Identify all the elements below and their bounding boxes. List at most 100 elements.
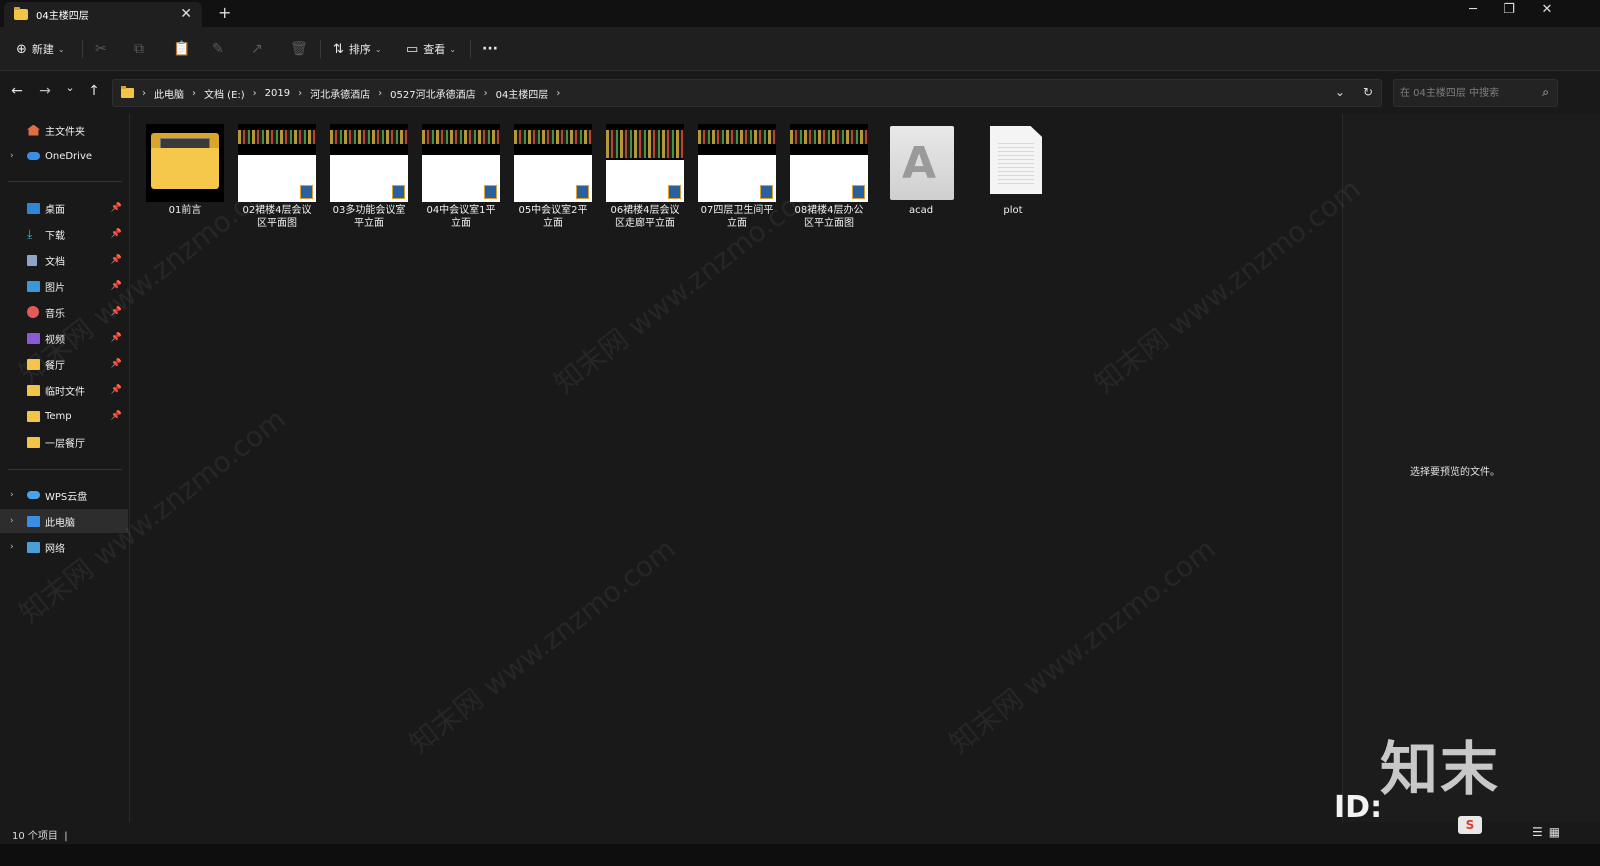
dwg-thumbnail	[330, 124, 408, 202]
tab-04主楼四层[interactable]: 04主楼四层 ✕	[4, 2, 202, 27]
sidebar-item-documents[interactable]: 文档 📌	[0, 248, 128, 272]
expand-icon[interactable]: ›	[10, 516, 14, 526]
pictures-icon	[27, 280, 40, 292]
close-button[interactable]: ✕	[1532, 2, 1562, 17]
cut-button[interactable]: ✂	[95, 39, 107, 59]
sidebar-item-label: 图片	[45, 282, 65, 294]
search-box[interactable]: ⌕	[1393, 79, 1558, 107]
toolbar-divider	[470, 40, 471, 58]
chevron-right-icon[interactable]: ›	[378, 88, 382, 99]
paste-button[interactable]: 📋	[173, 39, 190, 59]
view-button[interactable]: ▭ 查看 ⌄	[406, 39, 456, 59]
sidebar-item-onedrive[interactable]: › OneDrive	[0, 144, 128, 168]
forward-button[interactable]: →	[36, 83, 54, 99]
chevron-right-icon[interactable]: ›	[192, 88, 196, 99]
address-dropdown-button[interactable]: ⌄	[1335, 85, 1345, 99]
file-name: 03多功能会议室 平立面	[332, 205, 406, 229]
breadcrumb-this-pc[interactable]: 此电脑	[154, 86, 184, 101]
tab-close-button[interactable]: ✕	[180, 6, 192, 22]
refresh-button[interactable]: ↻	[1363, 85, 1373, 99]
details-view-button[interactable]: ☰	[1532, 825, 1543, 839]
search-input[interactable]	[1400, 85, 1530, 101]
folder-icon	[121, 86, 134, 98]
sidebar-item-label: 下载	[45, 230, 65, 242]
text-file-icon	[974, 124, 1052, 202]
file-name: 05中会议室2平 立面	[518, 205, 588, 229]
sidebar-item-wps-cloud[interactable]: › WPS云盘	[0, 483, 128, 507]
chevron-right-icon[interactable]: ›	[253, 88, 257, 99]
file-item-03[interactable]: 03多功能会议室 平立面	[325, 122, 413, 232]
pin-icon: 📌	[110, 411, 122, 421]
breadcrumb-2019[interactable]: 2019	[265, 88, 290, 99]
file-item-05[interactable]: 05中会议室2平 立面	[509, 122, 597, 232]
pin-icon: 📌	[110, 385, 122, 395]
pin-icon: 📌	[110, 359, 122, 369]
chevron-right-icon[interactable]: ›	[298, 88, 302, 99]
breadcrumb-drive-e[interactable]: 文档 (E:)	[204, 86, 245, 101]
dwg-file-icon	[852, 185, 865, 199]
new-tab-button[interactable]: +	[218, 3, 231, 22]
dwg-file-icon	[300, 185, 313, 199]
breadcrumb-0527-hotel[interactable]: 0527河北承德酒店	[390, 86, 475, 101]
sort-icon: ⇅	[333, 41, 344, 57]
toolbar-divider	[82, 40, 83, 58]
copy-button[interactable]: ⧉	[134, 39, 144, 59]
breadcrumb-current[interactable]: 04主楼四层	[496, 86, 549, 101]
file-name: plot	[1003, 205, 1023, 216]
file-item-acad[interactable]: A acad	[877, 122, 965, 232]
expand-icon[interactable]: ›	[10, 542, 14, 552]
maximize-button[interactable]: ❐	[1494, 2, 1524, 17]
up-button[interactable]: ↑	[85, 83, 103, 99]
paste-icon: 📋	[173, 41, 191, 57]
file-name: acad	[908, 205, 934, 216]
dwg-thumbnail	[422, 124, 500, 202]
rename-icon: ✎	[212, 41, 224, 57]
desktop-icon	[27, 202, 40, 214]
new-button[interactable]: ⊕ 新建 ⌄	[16, 39, 65, 59]
pin-icon: 📌	[110, 255, 122, 265]
title-bar: 04主楼四层 ✕ + ─ ❐ ✕	[0, 0, 1600, 27]
file-item-06[interactable]: 06裙楼4层会议 区走廊平立面	[601, 122, 689, 232]
more-options-button[interactable]: ···	[482, 39, 498, 59]
rename-button[interactable]: ✎	[212, 39, 224, 59]
minimize-button[interactable]: ─	[1458, 2, 1488, 17]
folder-icon	[27, 410, 40, 422]
chevron-right-icon[interactable]: ›	[556, 88, 560, 99]
share-button[interactable]: ↗	[251, 39, 263, 59]
sidebar-item-label: 文档	[45, 256, 65, 268]
sidebar-item-label: 音乐	[45, 308, 65, 320]
dwg-file-icon	[392, 185, 405, 199]
file-item-04[interactable]: 04中会议室1平 立面	[417, 122, 505, 232]
sidebar-item-first-floor-restaurant[interactable]: 一层餐厅	[0, 430, 128, 454]
delete-button[interactable]: 🗑	[290, 39, 308, 59]
sidebar-item-temp[interactable]: Temp 📌	[0, 404, 128, 428]
file-item-plot[interactable]: plot	[969, 122, 1057, 232]
address-bar[interactable]: › 此电脑 › 文档 (E:) › 2019 › 河北承德酒店 › 0527河北…	[112, 79, 1382, 107]
recent-locations-button[interactable]: ⌄	[61, 81, 79, 94]
sidebar-item-home[interactable]: 主文件夹	[0, 118, 128, 142]
tiles-view-button[interactable]: ▦	[1549, 825, 1560, 839]
dwg-file-icon	[484, 185, 497, 199]
status-bar: 10 个项目 | ☰ ▦	[0, 822, 1600, 844]
sidebar-divider	[8, 469, 122, 470]
dwg-thumbnail	[606, 124, 684, 202]
sidebar-item-label: OneDrive	[45, 150, 93, 162]
chevron-right-icon[interactable]: ›	[484, 88, 488, 99]
sidebar-item-label: WPS云盘	[45, 491, 88, 503]
chevron-right-icon: ›	[142, 87, 146, 99]
sidebar-item-temp-files[interactable]: 临时文件 📌	[0, 378, 128, 402]
back-button[interactable]: ←	[8, 83, 26, 99]
folder-thumbnail	[146, 124, 224, 202]
ime-icon[interactable]: S	[1458, 816, 1482, 834]
expand-icon[interactable]: ›	[10, 490, 14, 500]
expand-icon[interactable]: ›	[10, 151, 14, 161]
preview-pane: 选择要预览的文件。	[1342, 114, 1600, 822]
sidebar-item-label: 桌面	[45, 204, 65, 216]
sidebar-item-downloads[interactable]: ⤓ 下载 📌	[0, 222, 128, 246]
share-icon: ↗	[251, 41, 263, 57]
sidebar-item-desktop[interactable]: 桌面 📌	[0, 196, 128, 220]
breadcrumb-hotel[interactable]: 河北承德酒店	[310, 86, 370, 101]
search-icon[interactable]: ⌕	[1542, 85, 1549, 100]
onedrive-icon	[27, 152, 40, 160]
sort-button[interactable]: ⇅ 排序 ⌄	[333, 39, 382, 59]
